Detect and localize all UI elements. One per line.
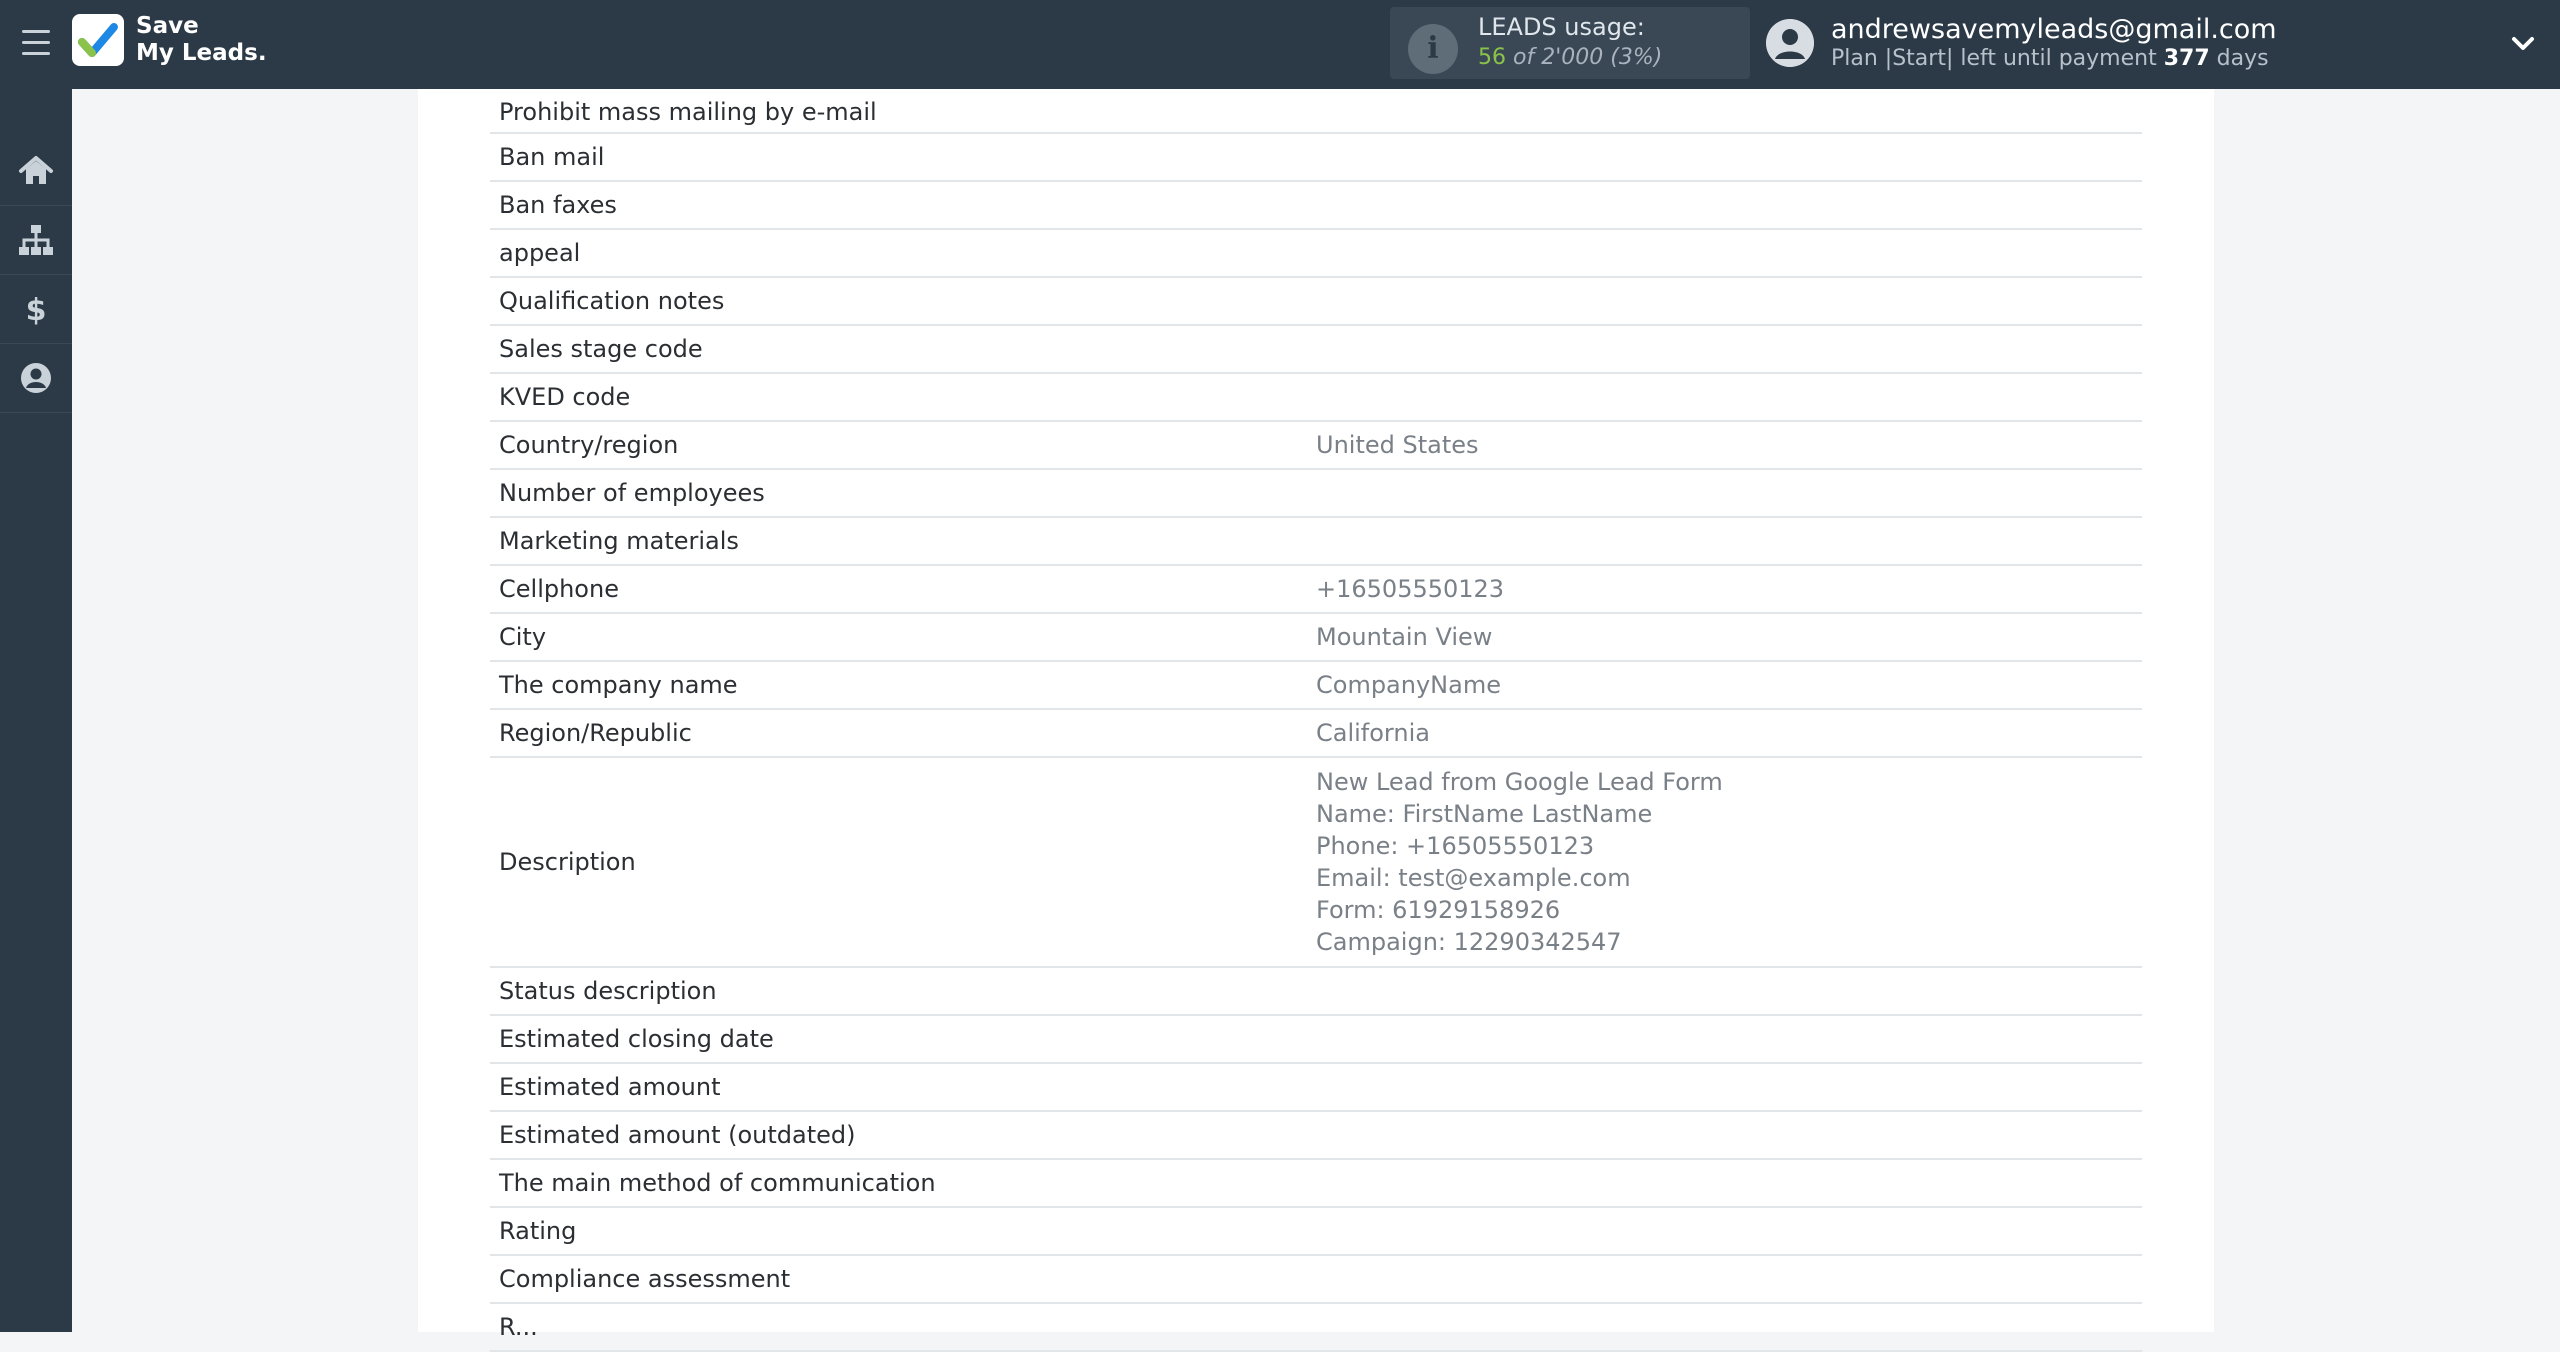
field-label: Region/Republic [499, 719, 692, 747]
field-label: Qualification notes [499, 287, 725, 315]
field-row: R... [490, 1304, 2142, 1352]
field-label: The main method of communication [499, 1169, 936, 1197]
usage-value: 56 of 2'000 (3%) [1478, 45, 1662, 70]
usage-count: 56 [1478, 45, 1506, 70]
field-row: Status description [490, 968, 2142, 1016]
user-icon [21, 363, 51, 393]
field-value: New Lead from Google Lead Form Name: Firs… [1316, 766, 2142, 958]
field-label: Estimated amount (outdated) [499, 1121, 856, 1149]
field-label: Rating [499, 1217, 577, 1245]
field-label: Ban faxes [499, 191, 617, 219]
field-row: Marketing materials [490, 518, 2142, 566]
logo-line-2: My Leads. [136, 40, 267, 66]
field-row: KVED code [490, 374, 2142, 422]
field-label: Prohibit mass mailing by e-mail [499, 98, 877, 126]
field-value-line: Form: 61929158926 [1316, 896, 1561, 924]
field-value-line: Name: FirstName LastName [1316, 800, 1653, 828]
field-value-line: Email: test@example.com [1316, 864, 1631, 892]
field-row: Prohibit mass mailing by e-mail [490, 89, 2142, 134]
field-value: +16505550123 [1316, 575, 1505, 603]
info-icon: i [1408, 24, 1458, 74]
field-row: Number of employees [490, 470, 2142, 518]
field-label: Estimated closing date [499, 1025, 774, 1053]
logo-text[interactable]: Save My Leads. [136, 13, 267, 67]
usage-label: LEADS usage: [1478, 13, 1645, 41]
field-label: Cellphone [499, 575, 619, 603]
field-row: Region/Republic California [490, 710, 2142, 758]
field-label: Status description [499, 977, 717, 1005]
chevron-down-icon[interactable] [2510, 30, 2536, 56]
field-value: CompanyName [1316, 671, 1501, 699]
field-row: Rating [490, 1208, 2142, 1256]
field-row: Description New Lead from Google Lead For… [490, 758, 2142, 968]
logo-line-1: Save [136, 13, 199, 39]
sidebar-item-account[interactable] [0, 344, 72, 413]
field-row: Ban mail [490, 134, 2142, 182]
field-row: The main method of communication [490, 1160, 2142, 1208]
field-value: United States [1316, 431, 1479, 459]
field-label: Description [499, 848, 636, 876]
field-row: appeal [490, 230, 2142, 278]
field-value-line: New Lead from Google Lead Form [1316, 768, 1723, 796]
field-value: California [1316, 719, 1430, 747]
logo-icon[interactable] [72, 14, 124, 66]
leads-usage-box: i LEADS usage: 56 of 2'000 (3%) [1390, 7, 1750, 79]
usage-of: of 2'000 [1513, 45, 1604, 70]
days-suffix: days [2216, 46, 2269, 71]
field-label: Estimated amount [499, 1073, 721, 1101]
field-value-line: Campaign: 12290342547 [1316, 928, 1622, 956]
sidebar-item-home[interactable] [0, 137, 72, 206]
field-label: Country/region [499, 431, 679, 459]
field-row: Cellphone +16505550123 [490, 566, 2142, 614]
field-label: Sales stage code [499, 335, 703, 363]
field-row: Compliance assessment [490, 1256, 2142, 1304]
field-label: The company name [499, 671, 738, 699]
field-row: Country/region United States [490, 422, 2142, 470]
user-plan: Plan |Start| left until payment 377 days [1831, 46, 2269, 71]
field-label: Number of employees [499, 479, 765, 507]
days-left: 377 [2163, 46, 2210, 71]
content-panel: Prohibit mass mailing by e-mail Ban mail B… [418, 89, 2214, 1352]
field-row: Qualification notes [490, 278, 2142, 326]
sidebar-item-billing[interactable]: $ [0, 275, 72, 344]
field-row: Ban faxes [490, 182, 2142, 230]
field-value-line: Phone: +16505550123 [1316, 832, 1595, 860]
svg-text:$: $ [26, 293, 47, 328]
field-row: Sales stage code [490, 326, 2142, 374]
plan-prefix: Plan |Start| left until payment [1831, 46, 2157, 71]
top-bar: Save My Leads. i LEADS usage: 56 of 2'00… [0, 0, 2560, 89]
field-row: Estimated closing date [490, 1016, 2142, 1064]
field-label: R... [499, 1313, 538, 1341]
field-label: Compliance assessment [499, 1265, 791, 1293]
field-row: City Mountain View [490, 614, 2142, 662]
usage-percent: (3%) [1610, 45, 1663, 70]
user-email[interactable]: andrewsavemyleads@gmail.com [1831, 14, 2277, 45]
field-label: City [499, 623, 547, 651]
fields-table: Prohibit mass mailing by e-mail Ban mail B… [490, 89, 2142, 1352]
field-label: Marketing materials [499, 527, 739, 555]
field-label: KVED code [499, 383, 631, 411]
field-row: Estimated amount [490, 1064, 2142, 1112]
avatar-icon[interactable] [1766, 19, 1814, 67]
field-label: appeal [499, 239, 581, 267]
home-icon [19, 156, 53, 184]
sidebar-item-connections[interactable] [0, 206, 72, 275]
field-row: Estimated amount (outdated) [490, 1112, 2142, 1160]
dollar-icon: $ [26, 293, 47, 328]
field-value: Mountain View [1316, 623, 1493, 651]
sidebar: $ [0, 89, 72, 1332]
field-row: The company name CompanyName [490, 662, 2142, 710]
sitemap-icon [19, 225, 53, 255]
menu-icon[interactable] [22, 30, 50, 56]
field-label: Ban mail [499, 143, 605, 171]
